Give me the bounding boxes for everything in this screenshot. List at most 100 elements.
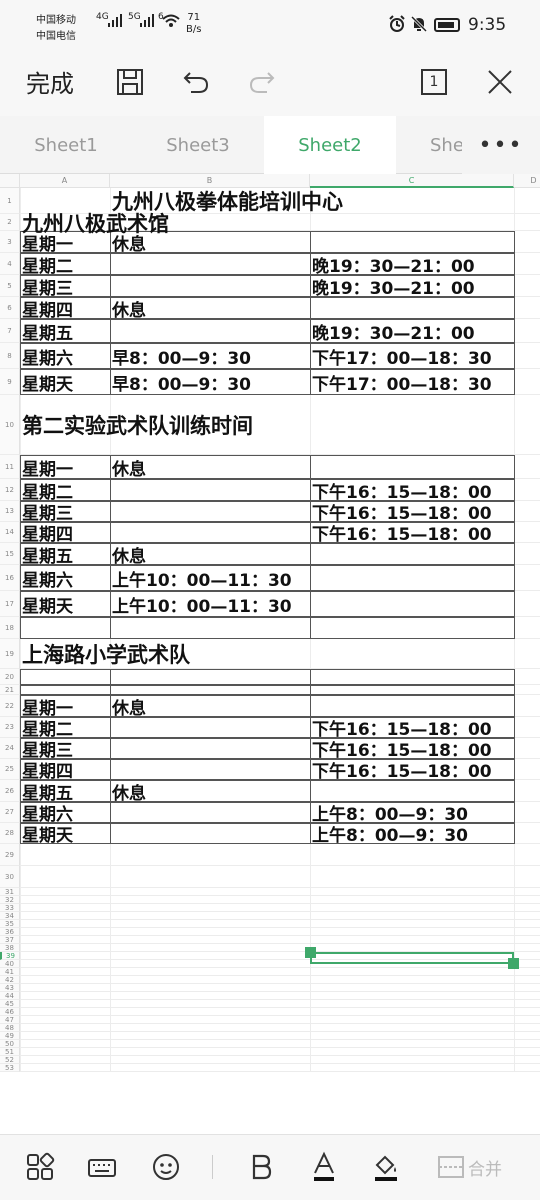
row-header-53[interactable]: 53 <box>0 1064 20 1072</box>
cell-a24[interactable]: 星期三 <box>20 738 73 761</box>
cell-b16[interactable]: 上午10：00—11：30 <box>110 565 292 591</box>
cell-b17[interactable]: 上午10：00—11：30 <box>110 591 292 617</box>
bold-button[interactable] <box>244 1149 280 1185</box>
cell-a10[interactable]: 第二实验武术队训练时间 <box>20 395 253 455</box>
cell-c24[interactable]: 下午16：15—18：00 <box>310 738 492 761</box>
cell-a19[interactable]: 上海路小学武术队 <box>20 639 190 669</box>
corner-header[interactable] <box>0 174 20 188</box>
cell-b15[interactable]: 休息 <box>110 543 146 567</box>
row-header-5[interactable]: 5 <box>0 275 20 297</box>
merge-cells-button[interactable]: 合并 <box>436 1149 536 1185</box>
row-header-21[interactable]: 21 <box>0 685 20 695</box>
row-header-16[interactable]: 16 <box>0 565 20 591</box>
cell-c4[interactable]: 晚19：30—21：00 <box>310 253 475 277</box>
row-header-3[interactable]: 3 <box>0 231 20 253</box>
assistant-button[interactable] <box>148 1149 184 1185</box>
row-header-23[interactable]: 23 <box>0 717 20 738</box>
cell-b26[interactable]: 休息 <box>110 780 146 804</box>
cell-a7[interactable]: 星期五 <box>20 319 73 344</box>
undo-button[interactable] <box>176 62 216 102</box>
row-header-30[interactable]: 30 <box>0 866 20 888</box>
row-header-22[interactable]: 22 <box>0 695 20 717</box>
cell-a27[interactable]: 星期六 <box>20 802 73 825</box>
cell-a2[interactable]: 九州八极武术馆 <box>20 212 169 236</box>
save-button[interactable] <box>110 62 150 102</box>
row-header-8[interactable]: 8 <box>0 343 20 369</box>
close-button[interactable] <box>480 62 520 102</box>
cell-a25[interactable]: 星期四 <box>20 759 73 782</box>
row-header-17[interactable]: 17 <box>0 591 20 617</box>
cell-c9[interactable]: 下午17：00—18：30 <box>310 369 492 395</box>
row-header-27[interactable]: 27 <box>0 802 20 823</box>
page-count-button[interactable]: 1 <box>414 62 454 102</box>
cell-a17[interactable]: 星期天 <box>20 591 73 617</box>
row-header-20[interactable]: 20 <box>0 669 20 685</box>
cell-a11[interactable]: 星期一 <box>20 455 73 480</box>
cell-c14[interactable]: 下午16：15—18：00 <box>310 522 492 545</box>
spreadsheet-grid[interactable]: A B C D 1 2 3 4 5 6 7 8 9 10 11 12 13 14 15 16 17 18 19 20 2… <box>0 174 540 1134</box>
cell-a9[interactable]: 星期天 <box>20 369 73 395</box>
cell-a8[interactable]: 星期六 <box>20 343 73 369</box>
tab-sheet1[interactable]: Sheet1 <box>0 116 132 174</box>
cell-c13[interactable]: 下午16：15—18：00 <box>310 501 492 524</box>
column-header-a[interactable]: A <box>20 174 110 188</box>
cell-a5[interactable]: 星期三 <box>20 275 73 299</box>
cell-a26[interactable]: 星期五 <box>20 780 73 804</box>
row-header-14[interactable]: 14 <box>0 522 20 543</box>
row-header-18[interactable]: 18 <box>0 617 20 639</box>
cell-a3[interactable]: 星期一 <box>20 231 73 255</box>
cell-a12[interactable]: 星期二 <box>20 479 73 503</box>
selection-handle-start[interactable] <box>305 947 316 958</box>
selection-handle-end[interactable] <box>508 958 519 969</box>
row-header-29[interactable]: 29 <box>0 844 20 866</box>
apps-button[interactable] <box>22 1149 58 1185</box>
cell-b8[interactable]: 早8：00—9：30 <box>110 343 251 369</box>
cell-b9[interactable]: 早8：00—9：30 <box>110 369 251 395</box>
tab-sheet2[interactable]: Sheet2 <box>264 116 396 174</box>
cell-a16[interactable]: 星期六 <box>20 565 73 591</box>
tab-sheet3[interactable]: Sheet3 <box>132 116 264 174</box>
more-tabs-button[interactable]: ••• <box>462 116 540 174</box>
row-header-4[interactable]: 4 <box>0 253 20 275</box>
row-header-28[interactable]: 28 <box>0 823 20 844</box>
cell-b22[interactable]: 休息 <box>110 695 146 719</box>
row-header-26[interactable]: 26 <box>0 780 20 802</box>
row-header-24[interactable]: 24 <box>0 738 20 759</box>
redo-button[interactable] <box>242 62 282 102</box>
row-header-10[interactable]: 10 <box>0 395 20 455</box>
row-header-7[interactable]: 7 <box>0 319 20 343</box>
row-header-2[interactable]: 2 <box>0 214 20 231</box>
cell-a28[interactable]: 星期天 <box>20 823 73 846</box>
row-header-13[interactable]: 13 <box>0 501 20 522</box>
cell-a6[interactable]: 星期四 <box>20 297 73 321</box>
cell-a14[interactable]: 星期四 <box>20 522 73 545</box>
row-header-15[interactable]: 15 <box>0 543 20 565</box>
cell-a22[interactable]: 星期一 <box>20 695 73 719</box>
cell-a13[interactable]: 星期三 <box>20 501 73 524</box>
cell-b11[interactable]: 休息 <box>110 455 146 480</box>
font-color-button[interactable] <box>306 1149 342 1185</box>
selection-box[interactable] <box>310 952 514 964</box>
column-header-d[interactable]: D <box>514 174 540 188</box>
row-header-25[interactable]: 25 <box>0 759 20 780</box>
done-button[interactable]: 完成 <box>26 64 74 99</box>
cell-c12[interactable]: 下午16：15—18：00 <box>310 479 492 503</box>
cell-c5[interactable]: 晚19：30—21：00 <box>310 275 475 299</box>
cell-c28[interactable]: 上午8：00—9：30 <box>310 823 468 846</box>
cell-c7[interactable]: 晚19：30—21：00 <box>310 319 475 344</box>
cell-c27[interactable]: 上午8：00—9：30 <box>310 802 468 825</box>
cell-a15[interactable]: 星期五 <box>20 543 73 567</box>
row-header-11[interactable]: 11 <box>0 455 20 479</box>
fill-color-button[interactable] <box>368 1149 404 1185</box>
cell-b3[interactable]: 休息 <box>110 231 146 255</box>
keyboard-button[interactable] <box>84 1149 120 1185</box>
cell-a4[interactable]: 星期二 <box>20 253 73 277</box>
row-header-19[interactable]: 19 <box>0 639 20 669</box>
row-header-9[interactable]: 9 <box>0 369 20 395</box>
row-header-12[interactable]: 12 <box>0 479 20 501</box>
cell-b6[interactable]: 休息 <box>110 297 146 321</box>
cell-a23[interactable]: 星期二 <box>20 717 73 740</box>
row-header-1[interactable]: 1 <box>0 188 20 214</box>
cell-c8[interactable]: 下午17：00—18：30 <box>310 343 492 369</box>
row-header-6[interactable]: 6 <box>0 297 20 319</box>
